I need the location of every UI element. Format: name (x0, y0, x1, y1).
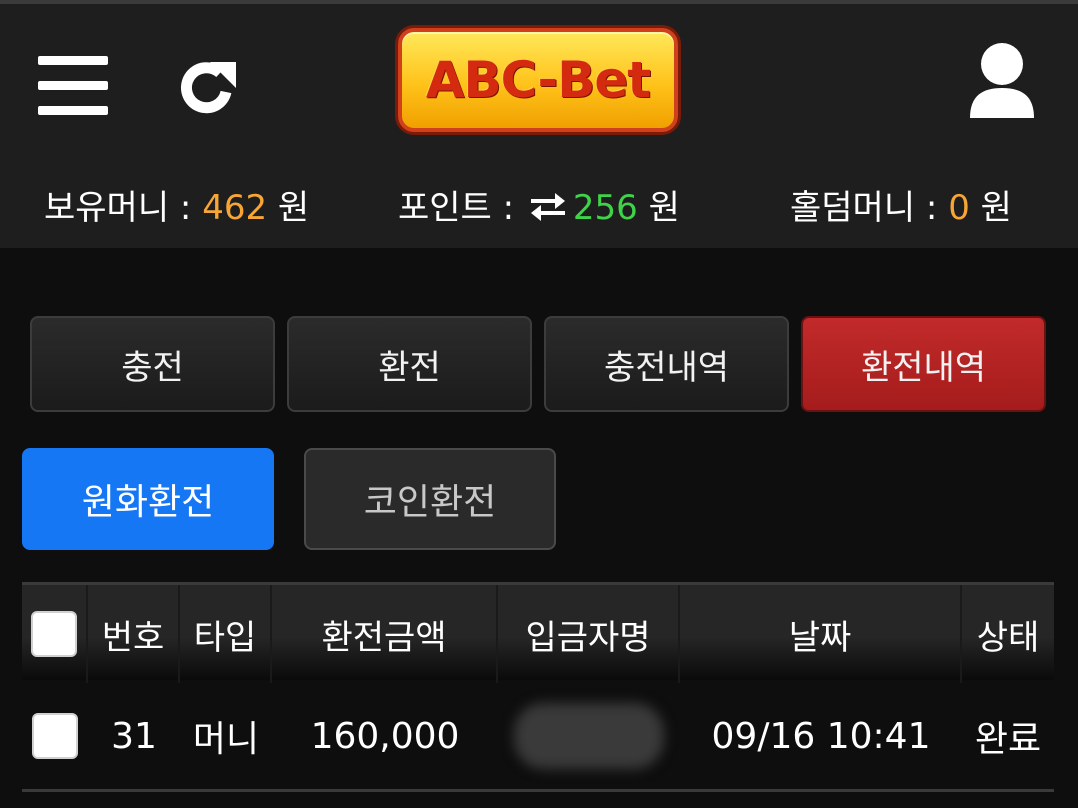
money-value: 462 (202, 188, 268, 228)
tab-exchange[interactable]: 환전 (287, 316, 532, 412)
row-checkbox[interactable] (32, 713, 78, 759)
row-select-cell (22, 680, 88, 792)
header-status: 상태 (976, 617, 1040, 658)
sub-tabs: 원화환전 코인환전 (22, 448, 562, 552)
select-all-cell (22, 585, 88, 683)
redacted-name (514, 703, 664, 769)
header-number: 번호 (88, 585, 180, 683)
refresh-icon (180, 62, 236, 114)
row-number: 31 (111, 715, 157, 757)
table-header: 번호 타입 환전금액 입금자명 날짜 상태 (22, 582, 1054, 683)
hamburger-line (38, 81, 108, 90)
row-amount: 160,000 (310, 715, 460, 757)
hamburger-line (38, 106, 108, 115)
money-label: 보유머니 : (44, 188, 203, 228)
table-row: 31 머니 160,000 09/16 10:41 완료 (22, 680, 1054, 792)
point-label: 포인트 : (398, 188, 525, 228)
logo-text: ABC-Bet (425, 51, 651, 109)
subtab-won-exchange[interactable]: 원화환전 (22, 448, 274, 550)
point-balance: 포인트 : 256 원 (398, 180, 680, 230)
row-type: 머니 (192, 719, 260, 760)
main-tabs: 충전 환전 충전내역 환전내역 (30, 316, 1046, 412)
row-date: 09/16 10:41 (711, 715, 931, 757)
header-type: 타입 (180, 585, 272, 683)
tab-charge-history[interactable]: 충전내역 (544, 316, 789, 412)
header-amount: 환전금액 (272, 585, 498, 683)
tab-exchange-history[interactable]: 환전내역 (801, 316, 1046, 412)
history-table: 번호 타입 환전금액 입금자명 날짜 상태 31 머니 160,000 09/1… (22, 582, 1054, 792)
point-value: 256 (572, 188, 638, 228)
money-unit: 원 (267, 188, 310, 228)
refresh-button[interactable] (176, 56, 240, 120)
hold-balance: 홀덤머니 : 0 원 (790, 180, 1012, 229)
top-bar: ABC-Bet 보유머니 : 462 원 포인트 : 256 원 홀덤머니 : … (0, 0, 1078, 248)
hold-unit: 원 (969, 188, 1012, 228)
select-all-checkbox[interactable] (31, 611, 77, 657)
row-status: 완료 (974, 719, 1042, 760)
row-depositor (498, 680, 680, 792)
user-button[interactable] (966, 40, 1038, 120)
header-depositor: 입금자명 (498, 585, 680, 683)
user-icon (970, 43, 1034, 118)
hold-label: 홀덤머니 : (790, 188, 949, 228)
balance-bar: 보유머니 : 462 원 포인트 : 256 원 홀덤머니 : 0 원 (0, 180, 1078, 234)
subtab-coin-exchange[interactable]: 코인환전 (304, 448, 556, 550)
menu-button[interactable] (38, 56, 108, 116)
swap-icon[interactable] (529, 190, 567, 230)
hold-value: 0 (948, 188, 970, 228)
site-logo[interactable]: ABC-Bet (398, 28, 678, 132)
tab-charge[interactable]: 충전 (30, 316, 275, 412)
money-balance: 보유머니 : 462 원 (44, 180, 309, 229)
point-unit: 원 (637, 188, 680, 228)
header-date: 날짜 (680, 585, 962, 683)
hamburger-icon (38, 56, 108, 65)
